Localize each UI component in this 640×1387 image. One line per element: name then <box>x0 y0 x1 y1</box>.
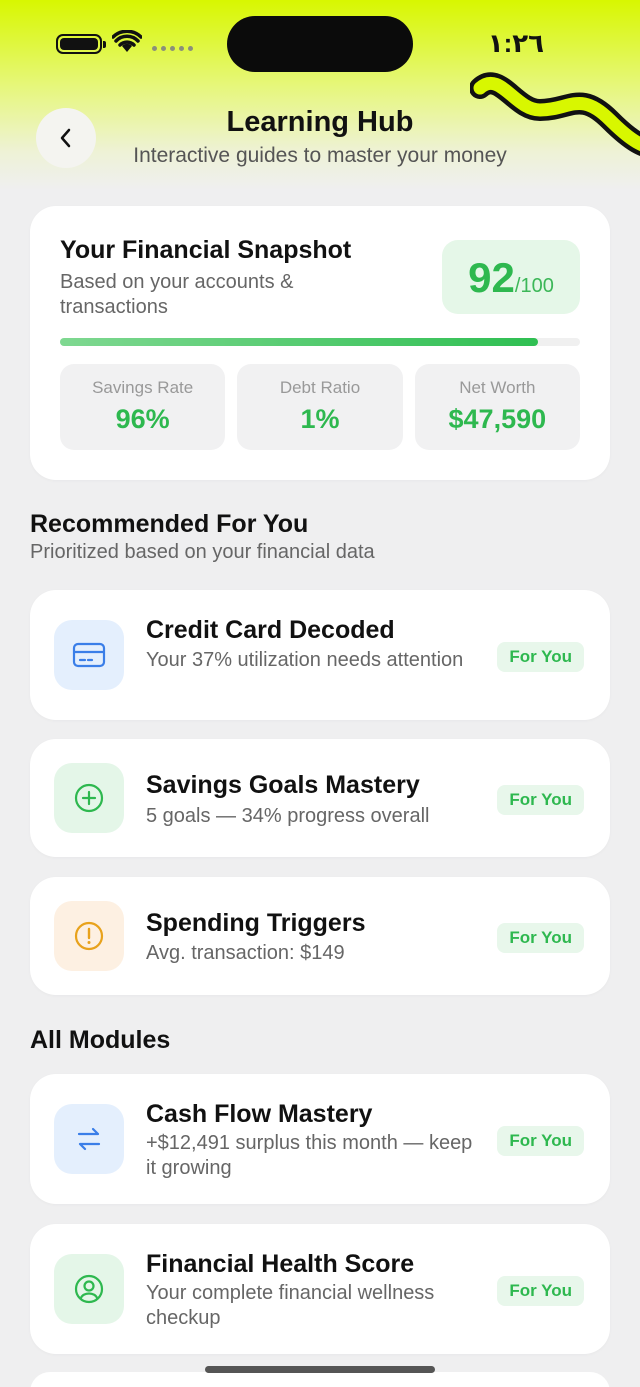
module-title: Savings Goals Mastery <box>146 771 420 799</box>
module-icon-box <box>54 901 124 971</box>
score-progress-track <box>60 338 580 346</box>
metric-label: Savings Rate <box>92 378 194 397</box>
for-you-badge: For You <box>497 1276 584 1306</box>
for-you-badge: For You <box>497 642 584 672</box>
module-card-financial-health[interactable]: Financial Health Score Your complete fin… <box>30 1224 610 1354</box>
metric-label: Net Worth <box>459 378 536 397</box>
credit-card-icon <box>72 642 106 668</box>
for-you-badge: For You <box>497 1126 584 1156</box>
module-title: Cash Flow Mastery <box>146 1100 373 1128</box>
module-description: Avg. transaction: $149 <box>146 942 345 964</box>
metric-value: 1% <box>300 404 340 434</box>
page-subtitle: Interactive guides to master your money <box>133 144 507 167</box>
metric-savings-rate: Savings Rate 96% <box>60 364 226 450</box>
score-value: 92 <box>468 254 515 301</box>
for-you-badge: For You <box>497 923 584 953</box>
for-you-badge: For You <box>497 785 584 815</box>
metric-value: $47,590 <box>448 404 547 434</box>
module-icon-box <box>54 1104 124 1174</box>
status-bar: ١:٢٦ <box>0 0 640 90</box>
dynamic-island <box>227 16 413 72</box>
recommended-section-title: Recommended For You <box>30 510 309 538</box>
module-description: Your complete financial wellness checkup <box>146 1282 435 1329</box>
module-description: Your 37% utilization needs attention <box>146 649 464 671</box>
status-time: ١:٢٦ <box>487 28 544 58</box>
score-progress-fill <box>60 338 539 346</box>
user-circle-icon <box>74 1274 104 1304</box>
wifi-icon <box>112 30 142 52</box>
score-badge: 92 /100 <box>442 240 580 314</box>
home-indicator <box>205 1366 435 1373</box>
metric-value: 96% <box>115 404 170 434</box>
module-title: Spending Triggers <box>146 909 366 937</box>
transfer-arrows-icon <box>77 1127 101 1151</box>
snapshot-subtitle: Based on your accounts & transactions <box>60 271 294 318</box>
module-card-next[interactable] <box>30 1372 610 1387</box>
financial-snapshot-card[interactable]: Your Financial Snapshot Based on your ac… <box>30 206 610 480</box>
module-title: Credit Card Decoded <box>146 616 395 644</box>
module-card-spending-triggers[interactable]: Spending Triggers Avg. transaction: $149… <box>30 877 610 995</box>
recommended-section-subtitle: Prioritized based on your financial data <box>30 541 375 563</box>
plus-circle-icon <box>74 783 104 813</box>
signal-dots-icon <box>152 46 193 51</box>
module-card-savings-goals[interactable]: Savings Goals Mastery 5 goals — 34% prog… <box>30 739 610 857</box>
metric-debt-ratio: Debt Ratio 1% <box>237 364 403 450</box>
module-card-credit-card[interactable]: Credit Card Decoded Your 37% utilization… <box>30 590 610 720</box>
alert-circle-icon <box>74 921 104 951</box>
battery-icon <box>56 34 106 54</box>
module-card-cash-flow[interactable]: Cash Flow Mastery +$12,491 surplus this … <box>30 1074 610 1204</box>
metric-label: Debt Ratio <box>279 378 361 397</box>
score-max: /100 <box>514 275 554 297</box>
snapshot-title: Your Financial Snapshot <box>60 236 352 264</box>
module-description: +$12,491 surplus this month — keep it gr… <box>146 1132 473 1179</box>
module-icon-box <box>54 763 124 833</box>
module-icon-box <box>54 620 124 690</box>
module-icon-box <box>54 1254 124 1324</box>
module-title: Financial Health Score <box>146 1250 415 1278</box>
all-modules-section-title: All Modules <box>30 1026 171 1054</box>
module-description: 5 goals — 34% progress overall <box>146 805 430 827</box>
metric-net-worth: Net Worth $47,590 <box>414 364 580 450</box>
page-title: Learning Hub <box>226 106 414 138</box>
